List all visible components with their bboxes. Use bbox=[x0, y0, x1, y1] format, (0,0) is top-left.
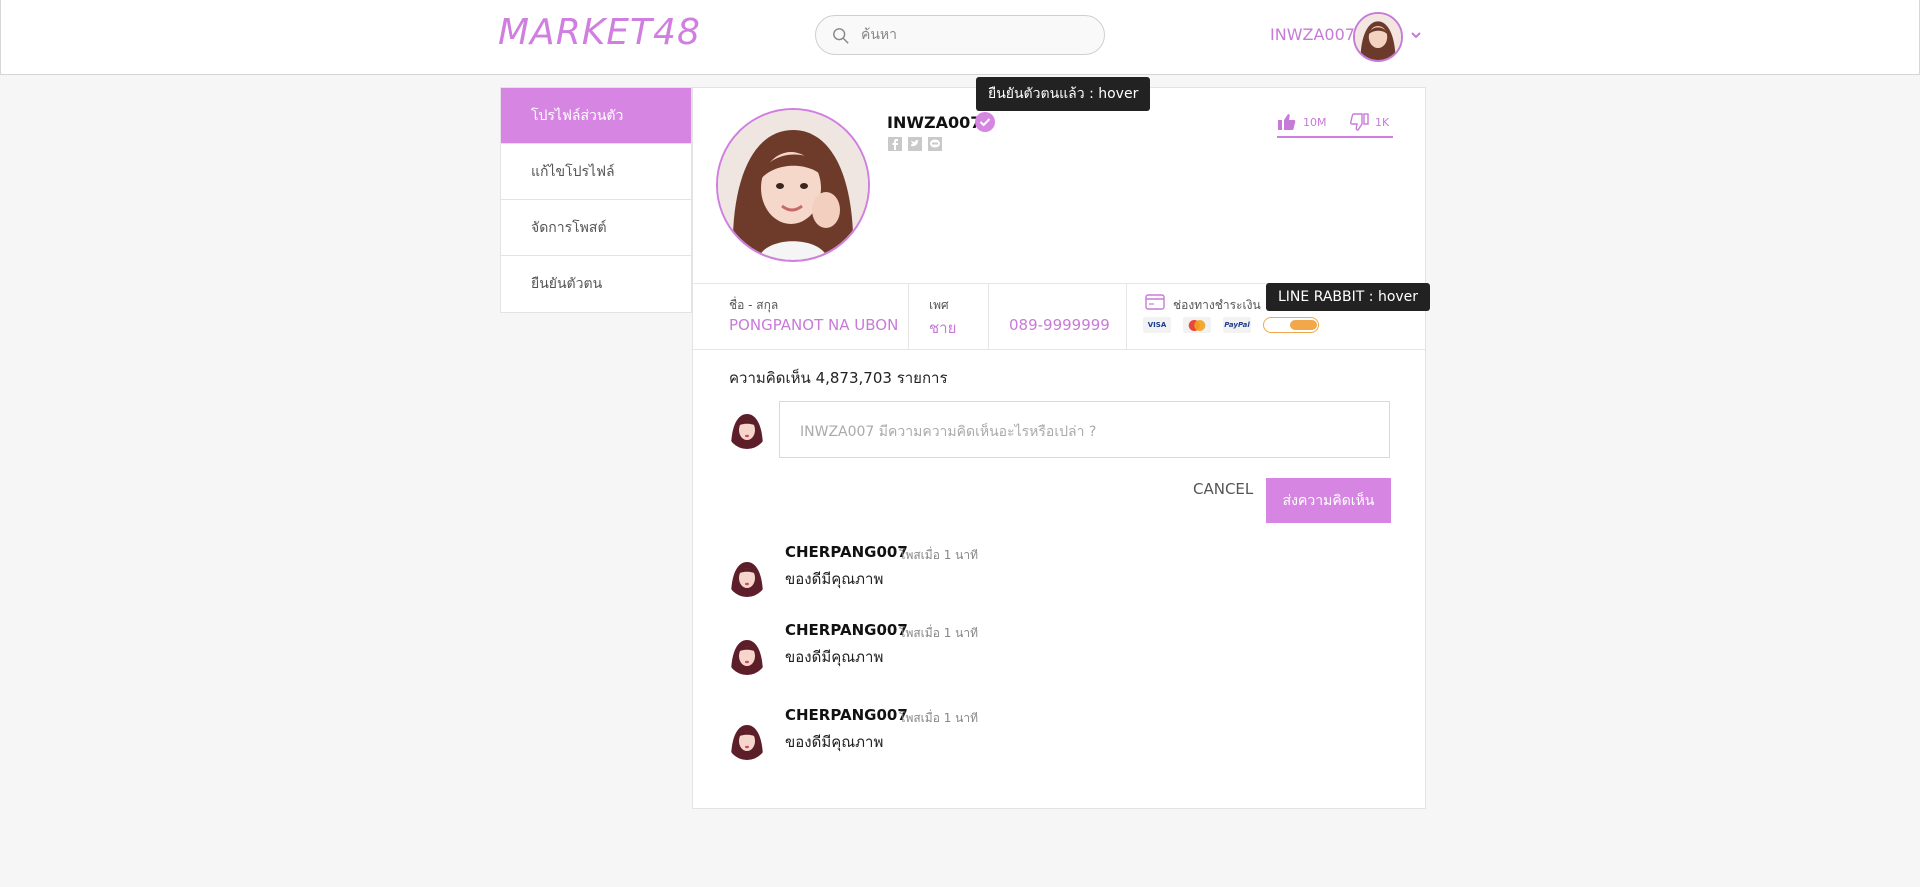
thumbs-down-icon bbox=[1350, 113, 1369, 131]
gender-label: เพศ bbox=[929, 298, 949, 312]
comment-time: โพสเมื่อ 1 นาที bbox=[899, 626, 979, 640]
header-username[interactable]: INWZA007 bbox=[1270, 25, 1355, 44]
sidebar-item-edit-profile[interactable]: แก้ไขโปรไฟล์ bbox=[501, 144, 691, 200]
rabbit-line-pay-icon[interactable] bbox=[1263, 317, 1319, 333]
line-icon[interactable] bbox=[927, 136, 943, 152]
mastercard-icon[interactable] bbox=[1183, 317, 1211, 333]
search-input[interactable] bbox=[861, 22, 1091, 48]
comment-input[interactable] bbox=[780, 402, 1389, 457]
phone-cell: 089-9999999 bbox=[989, 284, 1127, 350]
comment-time: โพสเมื่อ 1 นาที bbox=[899, 548, 979, 562]
verified-badge-icon[interactable] bbox=[975, 112, 995, 132]
like-count: 10M bbox=[1303, 115, 1327, 129]
profile-name: INWZA007 bbox=[887, 113, 982, 132]
profile-photo bbox=[716, 108, 870, 262]
search-box[interactable] bbox=[815, 15, 1105, 55]
like-button[interactable]: 10M bbox=[1277, 112, 1327, 132]
comment-composer[interactable] bbox=[779, 401, 1390, 458]
verified-tooltip: ยืนยันตัวตนแล้ว : hover bbox=[976, 77, 1151, 111]
fullname-label: ชื่อ - สกุล bbox=[729, 298, 779, 312]
search-icon bbox=[833, 28, 849, 44]
comment-text: ของดีมีคุณภาพ bbox=[785, 648, 884, 666]
comment-username[interactable]: CHERPANG007 bbox=[785, 706, 908, 724]
profile-sidebar: โปรไฟล์ส่วนตัว แก้ไขโปรไฟล์ จัดการโพสต์ … bbox=[500, 87, 692, 313]
composer-avatar bbox=[727, 409, 767, 449]
sidebar-item-personal-profile[interactable]: โปรไฟล์ส่วนตัว bbox=[501, 88, 691, 144]
visa-icon[interactable]: VISA bbox=[1143, 317, 1171, 333]
comment-text: ของดีมีคุณภาพ bbox=[785, 733, 884, 751]
profile-card: INWZA007 10M 1K ชื่อ - สกุล PONGPANOT NA… bbox=[692, 87, 1426, 809]
dislike-button[interactable]: 1K bbox=[1349, 112, 1389, 132]
comment-item: CHERPANG007 โพสเมื่อ 1 นาที ของดีมีคุณภา… bbox=[727, 706, 1387, 766]
comment-avatar[interactable] bbox=[727, 720, 767, 760]
gender-cell: เพศ ชาย bbox=[909, 284, 989, 350]
submit-comment-button[interactable]: ส่งความคิดเห็น bbox=[1266, 478, 1391, 523]
fullname-cell: ชื่อ - สกุล PONGPANOT NA UBON bbox=[693, 284, 909, 350]
gender-value: ชาย bbox=[929, 319, 957, 337]
comment-text: ของดีมีคุณภาพ bbox=[785, 570, 884, 588]
comment-avatar[interactable] bbox=[727, 635, 767, 675]
comment-item: CHERPANG007 โพสเมื่อ 1 นาที ของดีมีคุณภา… bbox=[727, 543, 1387, 603]
top-navbar: MARKET48 INWZA007 bbox=[0, 0, 1920, 75]
credit-card-icon bbox=[1145, 294, 1165, 310]
header-avatar[interactable] bbox=[1353, 12, 1403, 62]
comment-username[interactable]: CHERPANG007 bbox=[785, 543, 908, 561]
line-rabbit-tooltip: LINE RABBIT : hover bbox=[1266, 283, 1431, 311]
twitter-icon[interactable] bbox=[907, 136, 923, 152]
fullname-value: PONGPANOT NA UBON bbox=[729, 316, 899, 334]
payment-label: ช่องทางชำระเงิน bbox=[1173, 298, 1261, 312]
reaction-bar: 10M 1K bbox=[1277, 112, 1393, 138]
thumbs-up-icon bbox=[1278, 114, 1296, 130]
comment-count: ความคิดเห็น 4,873,703 รายการ bbox=[729, 369, 948, 387]
payment-methods: VISA PayPal bbox=[1143, 317, 1319, 333]
site-logo[interactable]: MARKET48 bbox=[498, 12, 701, 53]
comment-item: CHERPANG007 โพสเมื่อ 1 นาที ของดีมีคุณภา… bbox=[727, 621, 1387, 681]
comment-avatar[interactable] bbox=[727, 557, 767, 597]
paypal-icon[interactable]: PayPal bbox=[1223, 317, 1251, 333]
comment-time: โพสเมื่อ 1 นาที bbox=[899, 711, 979, 725]
phone-value: 089-9999999 bbox=[1009, 316, 1110, 334]
chevron-down-icon[interactable] bbox=[1409, 28, 1423, 42]
comment-username[interactable]: CHERPANG007 bbox=[785, 621, 908, 639]
facebook-icon[interactable] bbox=[887, 136, 903, 152]
social-links bbox=[887, 136, 943, 152]
sidebar-item-manage-posts[interactable]: จัดการโพสต์ bbox=[501, 200, 691, 256]
cancel-button[interactable]: CANCEL bbox=[1193, 480, 1253, 498]
dislike-count: 1K bbox=[1375, 115, 1390, 129]
sidebar-item-verify-identity[interactable]: ยืนยันตัวตน bbox=[501, 256, 691, 312]
